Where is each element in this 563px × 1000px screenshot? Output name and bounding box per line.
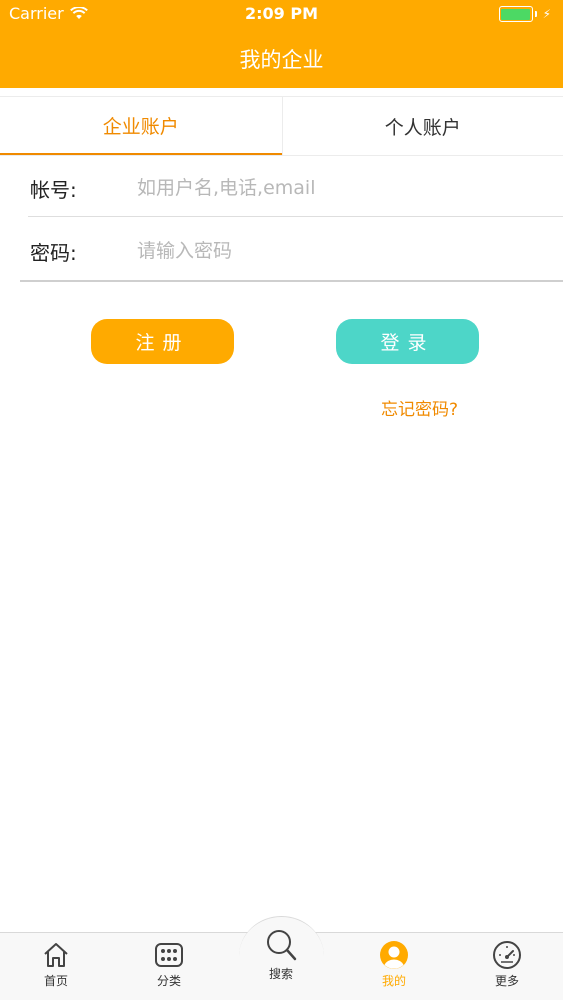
login-form: 帐号: 密码: [0, 157, 563, 283]
tabbar-label: 分类 [156, 974, 181, 988]
tab-personal-account[interactable]: 个人账户 [281, 97, 563, 155]
home-icon [44, 943, 68, 967]
tabbar-label: 我的 [381, 974, 406, 988]
account-row: 帐号: [0, 157, 563, 219]
account-input[interactable] [137, 177, 537, 199]
charging-icon: ⚡ [542, 7, 551, 21]
password-row: 密码: [0, 219, 563, 283]
user-icon [380, 941, 408, 969]
tab-enterprise-account[interactable]: 企业账户 [0, 97, 282, 155]
tabbar-item-more[interactable]: 更多 [451, 940, 563, 989]
tabbar-label: 更多 [494, 974, 519, 988]
grid-icon [155, 943, 183, 967]
tabbar-item-category[interactable]: 分类 [113, 940, 225, 989]
tabbar-item-mine[interactable]: 我的 [338, 940, 450, 989]
login-button[interactable]: 登录 [336, 319, 479, 364]
search-icon [267, 930, 297, 961]
tabbar-label: 首页 [43, 974, 68, 988]
status-time: 2:09 PM [244, 4, 318, 23]
tabbar-item-search[interactable]: 搜索 [225, 927, 337, 982]
account-type-tabs: 企业账户 个人账户 [0, 96, 563, 156]
page-title: 我的企业 [239, 48, 324, 72]
forgot-password-link[interactable]: 忘记密码? [381, 395, 458, 420]
password-label: 密码: [30, 240, 77, 265]
app-header: Carrier 2:09 PM ⚡ 我的企业 [0, 0, 563, 88]
password-input[interactable] [137, 240, 537, 262]
speedometer-icon [493, 941, 521, 969]
divider [28, 216, 563, 217]
status-bar: Carrier 2:09 PM ⚡ [0, 0, 563, 30]
register-button[interactable]: 注册 [91, 319, 234, 364]
battery-indicator: ⚡ [498, 6, 551, 22]
battery-icon [498, 6, 533, 22]
divider [20, 280, 563, 282]
tabbar-label: 搜索 [268, 967, 293, 981]
account-label: 帐号: [30, 177, 77, 202]
tabbar-item-home[interactable]: 首页 [0, 940, 112, 989]
